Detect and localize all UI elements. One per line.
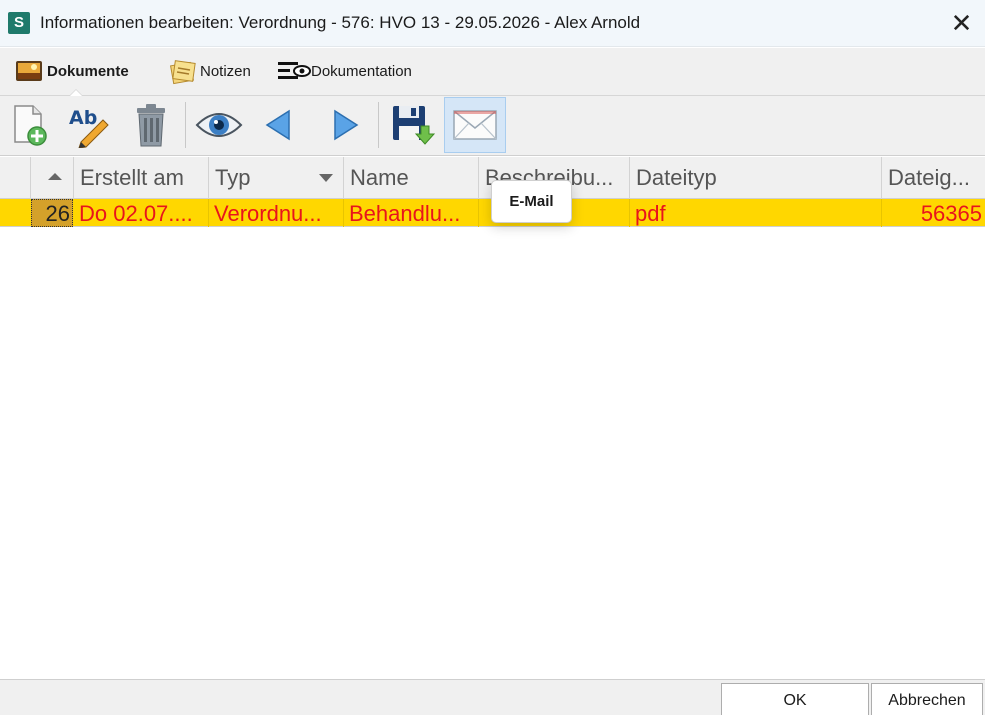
row-header-corner (0, 157, 31, 199)
cell-dateityp: pdf (630, 199, 882, 227)
documents-grid: Erstellt am Typ Name Beschreibu... Datei… (0, 157, 985, 679)
column-header-dateigroesse[interactable]: Dateig... (882, 157, 985, 199)
column-header-name[interactable]: Name (344, 157, 479, 199)
sort-ascending-icon (48, 173, 62, 180)
email-button[interactable] (444, 97, 506, 153)
cell-dateigroesse: 56365 (920, 201, 982, 226)
rename-button[interactable]: Ab (59, 97, 117, 153)
envelope-icon (453, 110, 497, 140)
notes-icon (168, 59, 196, 85)
dropdown-filter-icon[interactable] (318, 173, 334, 183)
picture-icon (15, 59, 43, 83)
toolbar-separator (185, 102, 186, 148)
app-icon: S (8, 12, 30, 34)
tab-dokumente[interactable]: Dokumente (15, 56, 129, 86)
title-bar: S Informationen bearbeiten: Verordnung -… (0, 0, 985, 47)
cell-typ: Verordnu... (209, 199, 344, 227)
cell-id[interactable]: 26 (31, 199, 73, 227)
column-header-erstellt[interactable]: Erstellt am (74, 157, 209, 199)
save-download-icon (393, 106, 435, 145)
tab-label: Dokumente (47, 62, 129, 80)
svg-text:Ab: Ab (69, 107, 97, 129)
view-button[interactable] (190, 97, 248, 153)
tab-dokumentation[interactable]: Dokumentation (277, 56, 412, 86)
cancel-button[interactable]: Abbrechen (871, 683, 983, 715)
column-header-dateityp[interactable]: Dateityp (630, 157, 882, 199)
tab-strip: Dokumente Notizen Dokumentation (0, 48, 985, 96)
tab-notizen[interactable]: Notizen (168, 56, 251, 86)
cell-name: Behandlu... (344, 199, 479, 227)
arrow-right-icon (334, 109, 359, 141)
email-tooltip: E-Mail (491, 180, 572, 223)
previous-button[interactable] (250, 97, 308, 153)
delete-button[interactable] (122, 97, 180, 153)
trash-icon (137, 104, 165, 147)
close-button[interactable]: ✕ (938, 0, 985, 47)
eye-icon (195, 113, 243, 137)
column-header-label: Typ (215, 165, 251, 190)
rename-pencil-icon: Ab (69, 107, 109, 148)
column-header-typ[interactable]: Typ (209, 157, 344, 199)
next-button[interactable] (316, 97, 374, 153)
toolbar: Ab (0, 96, 985, 156)
arrow-left-icon (265, 109, 290, 141)
new-document-button[interactable] (0, 97, 58, 153)
sort-column-header[interactable] (31, 157, 74, 199)
tab-label: Dokumentation (311, 62, 412, 80)
ok-button[interactable]: OK (721, 683, 869, 715)
tab-label: Notizen (200, 62, 251, 80)
cell-erstellt: Do 02.07.... (74, 199, 209, 227)
save-button[interactable] (382, 97, 440, 153)
dialog-footer: OK Abbrechen (0, 679, 985, 715)
window-title: Informationen bearbeiten: Verordnung - 5… (40, 13, 641, 32)
documentation-eye-icon (277, 59, 311, 83)
new-document-icon (14, 105, 47, 146)
toolbar-separator (378, 102, 379, 148)
active-tab-indicator (69, 89, 83, 96)
